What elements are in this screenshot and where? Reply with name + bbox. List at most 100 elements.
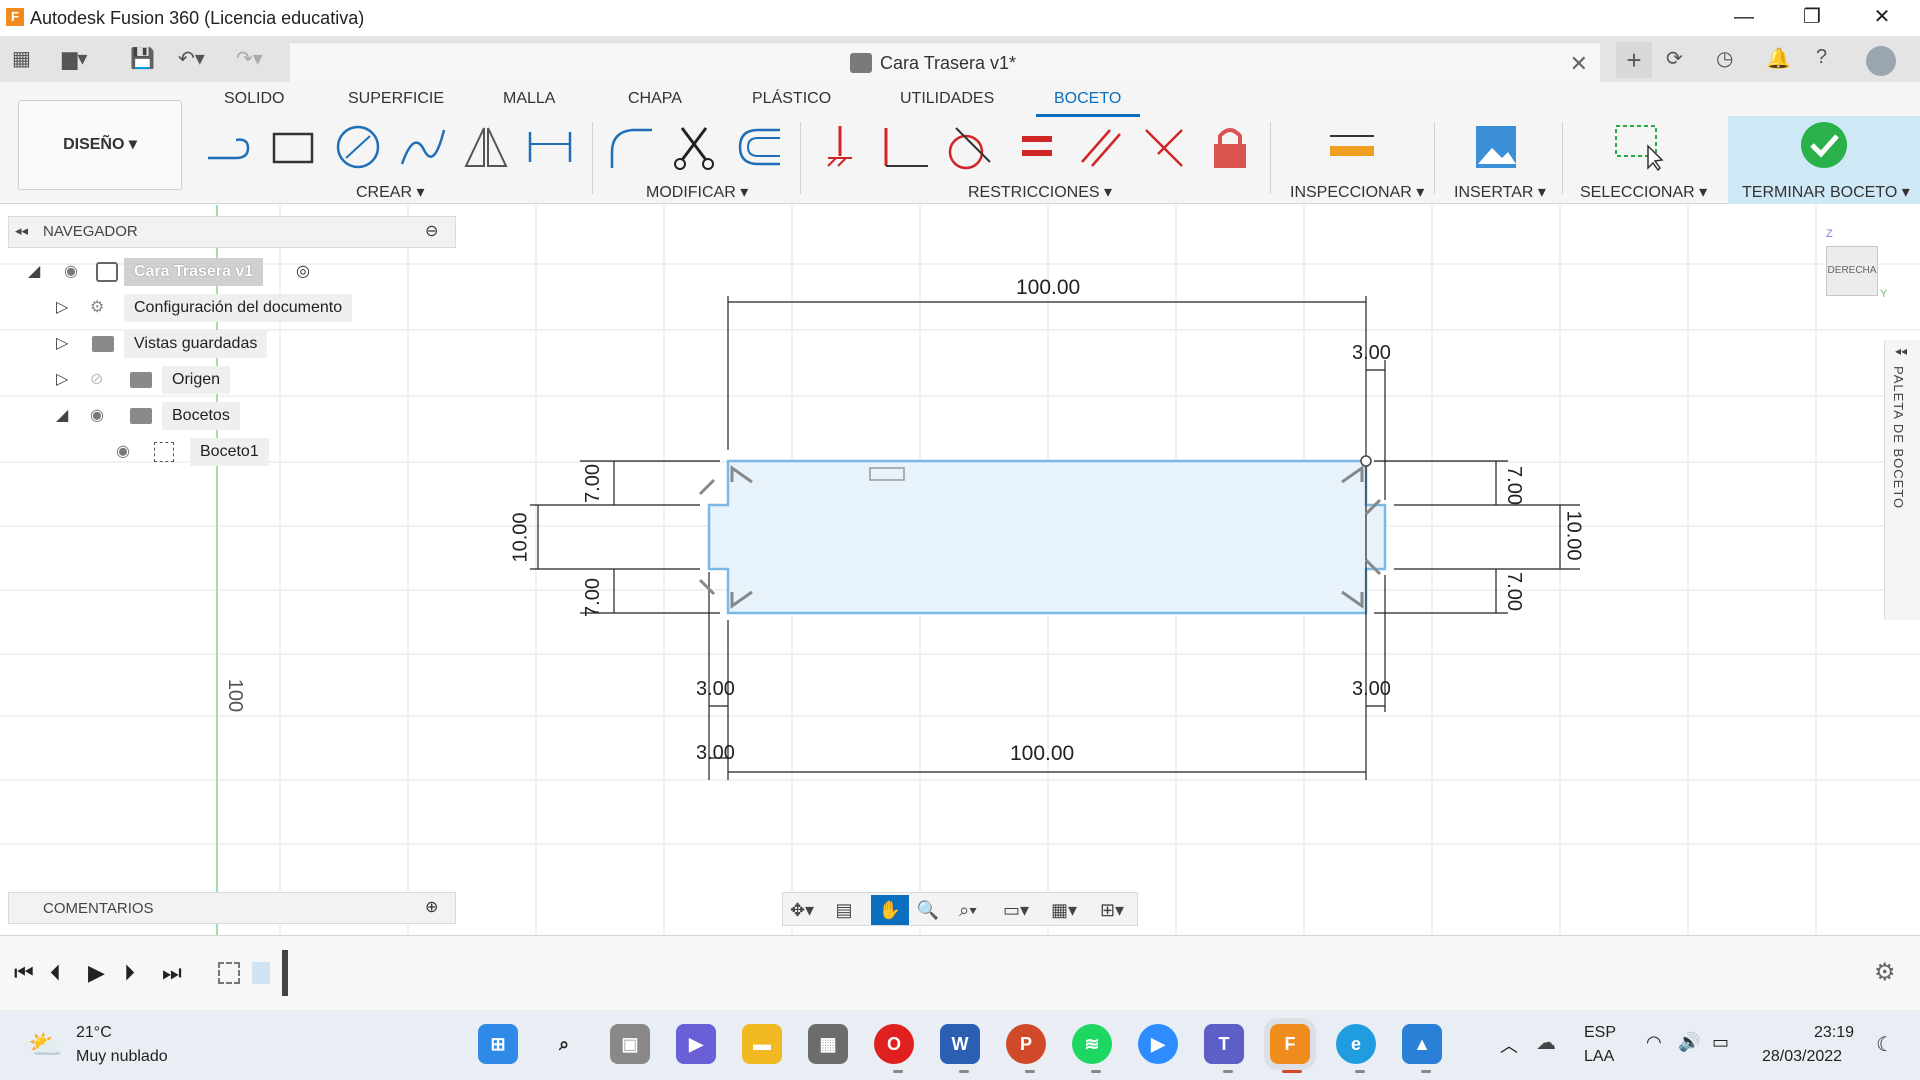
rectangle-tool-icon[interactable] <box>266 122 318 172</box>
fix-constraint-icon[interactable] <box>814 122 866 172</box>
offset-tool-icon[interactable] <box>734 122 786 172</box>
wifi-icon[interactable]: ◠ <box>1646 1032 1662 1053</box>
powerpoint-icon[interactable]: P <box>1006 1024 1046 1064</box>
minimize-button[interactable]: — <box>1716 0 1772 36</box>
group-insertar[interactable]: INSERTAR ▾ <box>1454 182 1546 202</box>
tab-solido[interactable]: SOLIDO <box>224 90 284 108</box>
notifications-icon[interactable]: 🔔 <box>1766 46 1791 72</box>
tab-utilidades[interactable]: UTILIDADES <box>900 90 994 108</box>
fit-icon[interactable]: ⌕▾ <box>949 895 987 925</box>
expand-triangle-icon[interactable]: ▷ <box>56 366 74 394</box>
dimension-tool-icon[interactable] <box>524 122 576 172</box>
pan-hand-icon[interactable]: ✋ <box>871 895 909 925</box>
browser-item-sketch1[interactable]: ◉ Boceto1 <box>116 438 416 466</box>
workspace-dropdown[interactable]: DISEÑO ▾ <box>18 100 182 190</box>
redo-icon[interactable]: ↷▾ <box>236 46 263 72</box>
fusion-taskbar-icon[interactable]: F <box>1264 1018 1316 1070</box>
visibility-eye-icon[interactable]: ◉ <box>90 402 112 430</box>
group-restricciones[interactable]: RESTRICCIONES ▾ <box>968 182 1112 202</box>
weather-temp[interactable]: 21°C <box>76 1024 112 1042</box>
collapse-triangle-icon[interactable]: ◢ <box>56 402 74 430</box>
tab-chapa[interactable]: CHAPA <box>628 90 682 108</box>
visibility-eye-icon[interactable]: ◉ <box>64 258 86 286</box>
dimension-right-bottom-7[interactable]: 7.00 <box>1502 572 1525 611</box>
zoom-icon[interactable]: ▶ <box>1138 1024 1178 1064</box>
timeline-settings-gear-icon[interactable]: ⚙ <box>1874 958 1896 987</box>
display-settings-icon[interactable]: ▭▾ <box>997 895 1035 925</box>
tab-boceto[interactable]: BOCETO <box>1054 90 1121 108</box>
tangent-constraint-icon[interactable] <box>942 122 994 172</box>
show-hidden-icons-chevron-icon[interactable]: ︿ <box>1500 1032 1518 1058</box>
go-to-start-icon[interactable]: ⏮ <box>14 960 34 986</box>
step-back-icon[interactable]: ⏴ <box>50 960 61 986</box>
coincident-constraint-icon[interactable] <box>1138 122 1190 172</box>
lock-constraint-icon[interactable] <box>1204 122 1256 172</box>
photos-icon[interactable]: ▲ <box>1402 1024 1442 1064</box>
expand-triangle-icon[interactable]: ▷ <box>56 294 74 322</box>
group-seleccionar[interactable]: SELECCIONAR ▾ <box>1580 182 1707 202</box>
new-tab-button[interactable]: + <box>1616 42 1652 78</box>
look-at-icon[interactable]: ▤ <box>825 895 863 925</box>
dimension-right-mid-3[interactable]: 3.00 <box>1352 678 1391 701</box>
insert-image-icon[interactable] <box>1470 122 1522 172</box>
expand-palette-icon[interactable]: ◂◂ <box>1895 344 1907 358</box>
viewports-icon[interactable]: ⊞▾ <box>1093 895 1131 925</box>
volume-icon[interactable]: 🔊 <box>1678 1032 1700 1053</box>
search-icon[interactable]: ⌕ <box>544 1024 584 1064</box>
help-icon[interactable]: ? <box>1816 46 1827 72</box>
edge-icon[interactable]: e <box>1336 1024 1376 1064</box>
weather-desc[interactable]: Muy nublado <box>76 1048 168 1066</box>
timeline-sketch-icon[interactable] <box>218 962 240 984</box>
circle-tool-icon[interactable] <box>332 122 384 172</box>
restore-button[interactable]: ❐ <box>1784 0 1840 36</box>
collapse-icon[interactable]: ◂◂ <box>15 223 28 239</box>
onedrive-cloud-icon[interactable]: ☁ <box>1536 1030 1556 1055</box>
step-forward-icon[interactable]: ⏵ <box>124 960 135 986</box>
browser-item-origin[interactable]: ▷ ⊘ Origen <box>56 366 456 394</box>
hidden-eye-icon[interactable]: ⊘ <box>90 366 112 394</box>
line-tool-icon[interactable] <box>202 122 254 172</box>
spotify-icon[interactable]: ≋ <box>1072 1024 1112 1064</box>
undo-icon[interactable]: ↶▾ <box>178 46 205 72</box>
collapse-triangle-icon[interactable]: ◢ <box>28 258 46 286</box>
save-icon[interactable]: 💾 <box>130 46 155 72</box>
chat-icon[interactable]: ▶ <box>676 1024 716 1064</box>
timeline-feature-icon[interactable] <box>252 962 270 984</box>
comments-panel[interactable]: COMENTARIOS ⊕ <box>8 892 456 924</box>
parallel-constraint-icon[interactable] <box>1074 122 1126 172</box>
clock-time[interactable]: 23:19 <box>1814 1024 1854 1042</box>
dimension-left-top-7[interactable]: 7.00 <box>582 464 605 503</box>
input-language[interactable]: ESP <box>1584 1024 1616 1042</box>
grid-settings-icon[interactable]: ▦▾ <box>1045 895 1083 925</box>
word-icon[interactable]: W <box>940 1024 980 1064</box>
calculator-icon[interactable]: ▦ <box>808 1024 848 1064</box>
select-tool-icon[interactable] <box>1612 122 1664 172</box>
dimension-right-top-3[interactable]: 3.00 <box>1352 342 1391 365</box>
file-explorer-icon[interactable]: ▬ <box>742 1024 782 1064</box>
dimension-left-bottom-3[interactable]: 3.00 <box>696 742 735 765</box>
browser-item-doc-settings[interactable]: ▷ ⚙ Configuración del documento <box>56 294 456 322</box>
browser-item-saved-views[interactable]: ▷ Vistas guardadas <box>56 330 456 358</box>
trim-tool-icon[interactable] <box>668 122 720 172</box>
battery-icon[interactable]: ▭ <box>1712 1032 1729 1053</box>
group-inspeccionar[interactable]: INSPECCIONAR ▾ <box>1290 182 1424 202</box>
timeline-marker[interactable] <box>282 950 288 996</box>
input-layout[interactable]: LAA <box>1584 1048 1614 1066</box>
finish-sketch-check-icon[interactable] <box>1798 120 1850 170</box>
finish-sketch-button[interactable]: TERMINAR BOCETO ▾ <box>1742 182 1910 202</box>
activate-radio-icon[interactable]: ◎ <box>296 258 318 286</box>
dimension-top-width[interactable]: 100.00 <box>1016 276 1080 300</box>
opera-icon[interactable]: O <box>874 1024 914 1064</box>
dimension-right-10[interactable]: 10.00 <box>1562 510 1585 560</box>
dimension-left-10[interactable]: 10.00 <box>510 512 533 562</box>
group-modificar[interactable]: MODIFICAR ▾ <box>646 182 748 202</box>
perpendicular-constraint-icon[interactable] <box>878 122 930 172</box>
fillet-tool-icon[interactable] <box>604 122 656 172</box>
document-tab[interactable]: Cara Trasera v1* ✕ <box>290 42 1600 82</box>
close-window-button[interactable]: ✕ <box>1854 0 1910 36</box>
mirror-tool-icon[interactable] <box>460 122 512 172</box>
add-comment-icon[interactable]: ⊕ <box>425 897 438 917</box>
weather-cloud-icon[interactable]: ⛅ <box>28 1028 63 1061</box>
browser-item-sketches[interactable]: ◢ ◉ Bocetos <box>56 402 456 430</box>
minimize-panel-icon[interactable]: ⊖ <box>425 221 438 241</box>
